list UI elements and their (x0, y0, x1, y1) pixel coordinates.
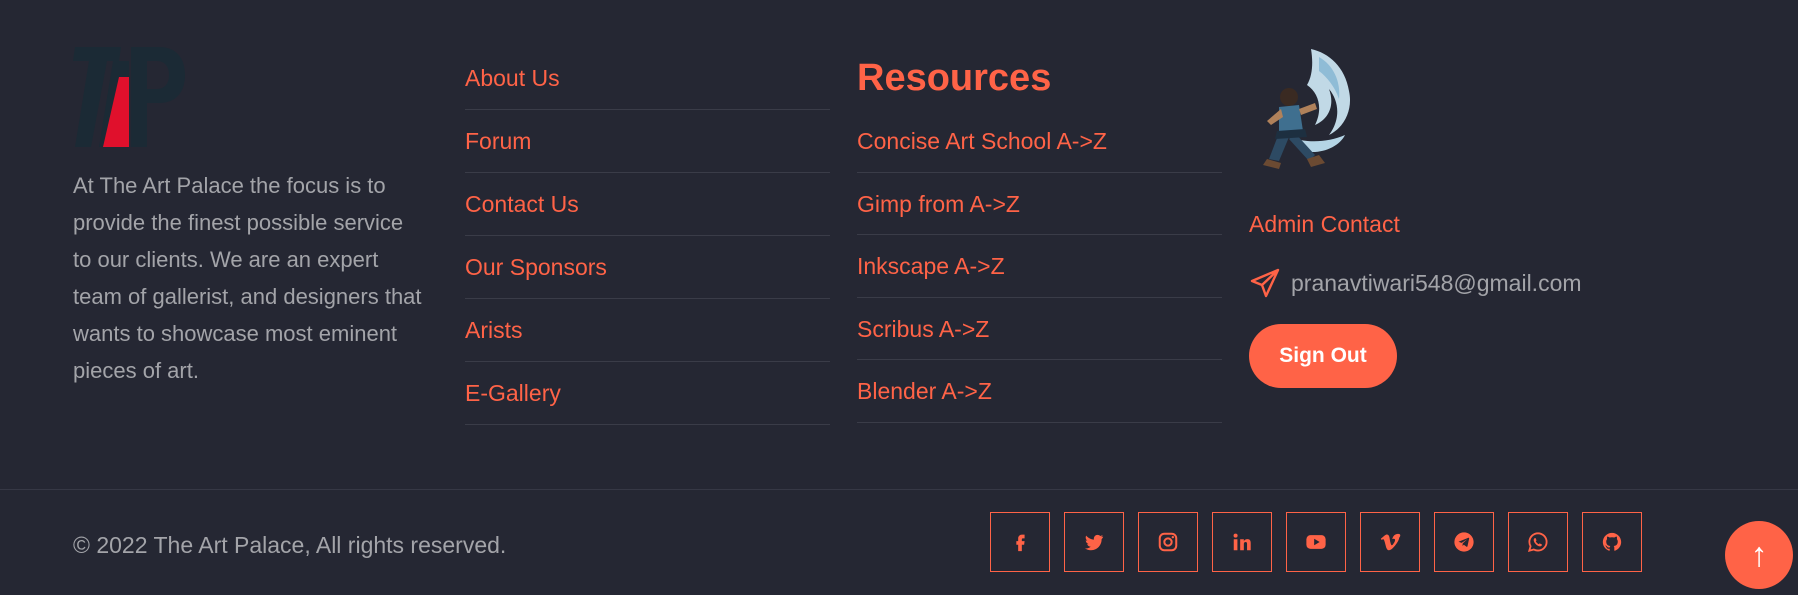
site-logo[interactable] (73, 47, 185, 147)
links-column: About Us Forum Contact Us Our Sponsors A… (465, 47, 830, 425)
footer-link-about-us[interactable]: About Us (465, 47, 830, 110)
sign-out-button[interactable]: Sign Out (1249, 324, 1397, 388)
whatsapp-button[interactable] (1508, 512, 1568, 572)
telegram-icon (1454, 532, 1474, 552)
instagram-icon (1158, 532, 1178, 552)
resource-link-scribus[interactable]: Scribus A->Z (857, 298, 1222, 360)
admin-contact-title: Admin Contact (1249, 211, 1400, 237)
facebook-icon (1016, 534, 1025, 552)
about-text: At The Art Palace the focus is to provid… (73, 173, 422, 383)
github-icon (1602, 532, 1622, 551)
whatsapp-icon (1527, 532, 1548, 552)
resource-link-gimp[interactable]: Gimp from A->Z (857, 173, 1222, 235)
admin-email[interactable]: pranavtiwari548@gmail.com (1291, 270, 1582, 297)
footer-link-forum[interactable]: Forum (465, 110, 830, 173)
footer-link-contact-us[interactable]: Contact Us (465, 173, 830, 236)
contact-column: Admin Contact pranavtiwari548@gmail.com … (1249, 47, 1649, 388)
linkedin-button[interactable] (1212, 512, 1272, 572)
instagram-button[interactable] (1138, 512, 1198, 572)
social-links (990, 512, 1642, 572)
resource-link-blender[interactable]: Blender A->Z (857, 360, 1222, 423)
twitter-button[interactable] (1064, 512, 1124, 572)
copyright-text: © 2022 The Art Palace, All rights reserv… (73, 532, 507, 558)
scroll-to-top-button[interactable]: ↑ (1725, 521, 1793, 589)
footer-link-our-sponsors[interactable]: Our Sponsors (465, 236, 830, 299)
resources-column: Resources Concise Art School A->Z Gimp f… (857, 47, 1222, 423)
linkedin-icon (1233, 533, 1251, 551)
resource-link-concise-art-school[interactable]: Concise Art School A->Z (857, 110, 1222, 173)
footer-link-e-gallery[interactable]: E-Gallery (465, 362, 830, 425)
footer-link-artists[interactable]: Arists (465, 299, 830, 362)
paper-plane-icon (1250, 268, 1280, 298)
vimeo-button[interactable] (1360, 512, 1420, 572)
youtube-button[interactable] (1286, 512, 1346, 572)
admin-avatar (1263, 49, 1351, 169)
facebook-button[interactable] (990, 512, 1050, 572)
email-row: pranavtiwari548@gmail.com (1249, 266, 1649, 300)
github-button[interactable] (1582, 512, 1642, 572)
telegram-button[interactable] (1434, 512, 1494, 572)
about-column: At The Art Palace the focus is to provid… (73, 47, 423, 389)
youtube-icon (1306, 535, 1326, 549)
twitter-icon (1084, 534, 1104, 551)
resources-title: Resources (857, 57, 1052, 99)
vimeo-icon (1380, 533, 1401, 551)
resource-link-inkscape[interactable]: Inkscape A->Z (857, 235, 1222, 298)
footer-top: At The Art Palace the focus is to provid… (0, 0, 1798, 489)
footer-bottom: © 2022 The Art Palace, All rights reserv… (0, 490, 1798, 595)
